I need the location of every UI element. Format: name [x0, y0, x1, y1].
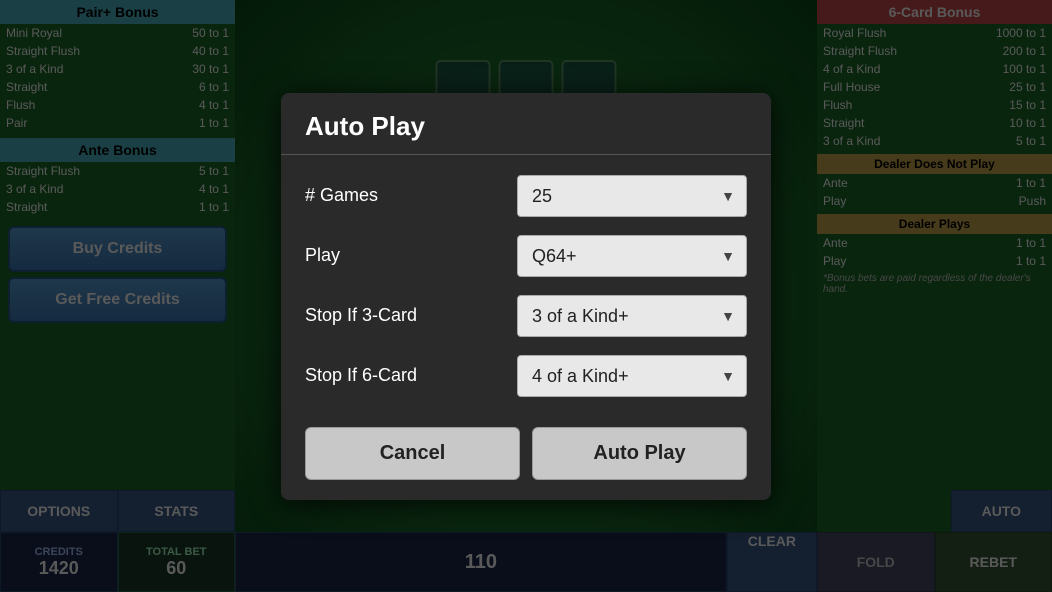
play-select[interactable]: Q64+AlwaysNever: [517, 235, 747, 277]
play-row: Play Q64+AlwaysNever ▼: [305, 235, 747, 277]
cancel-button[interactable]: Cancel: [305, 427, 520, 480]
modal-title: Auto Play: [281, 93, 771, 155]
modal-footer: Cancel Auto Play: [281, 417, 771, 480]
stop3-row: Stop If 3-Card Never3 of a Kind+Straight…: [305, 295, 747, 337]
games-label: # Games: [305, 185, 378, 206]
games-select-wrapper: 5102550100200 ▼: [517, 175, 747, 217]
stop3-label: Stop If 3-Card: [305, 305, 417, 326]
stop6-label: Stop If 6-Card: [305, 365, 417, 386]
stop3-select[interactable]: Never3 of a Kind+Straight+Flush+Full Hou…: [517, 295, 747, 337]
stop6-select-wrapper: Never3 of a Kind+Straight+Flush+4 of a K…: [517, 355, 747, 397]
play-select-wrapper: Q64+AlwaysNever ▼: [517, 235, 747, 277]
games-row: # Games 5102550100200 ▼: [305, 175, 747, 217]
stop6-select[interactable]: Never3 of a Kind+Straight+Flush+4 of a K…: [517, 355, 747, 397]
autoplay-modal: Auto Play # Games 5102550100200 ▼ Play Q…: [281, 93, 771, 500]
games-select[interactable]: 5102550100200: [517, 175, 747, 217]
stop3-select-wrapper: Never3 of a Kind+Straight+Flush+Full Hou…: [517, 295, 747, 337]
modal-body: # Games 5102550100200 ▼ Play Q64+AlwaysN…: [281, 155, 771, 417]
play-label: Play: [305, 245, 340, 266]
modal-overlay: Auto Play # Games 5102550100200 ▼ Play Q…: [0, 0, 1052, 592]
stop6-row: Stop If 6-Card Never3 of a Kind+Straight…: [305, 355, 747, 397]
autoplay-confirm-button[interactable]: Auto Play: [532, 427, 747, 480]
